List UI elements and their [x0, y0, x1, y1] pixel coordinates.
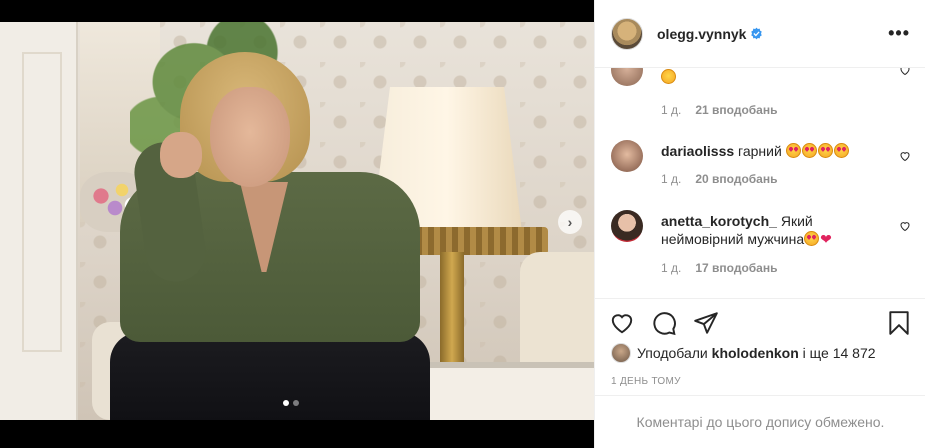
- comments-closed-notice: Коментарі до цього допису обмежено.: [595, 395, 925, 448]
- carousel-next-button[interactable]: ›: [558, 210, 582, 234]
- post-photo[interactable]: [0, 22, 594, 420]
- comment-likes[interactable]: 17 вподобань: [695, 261, 777, 275]
- heart-eyes-emoji: [801, 143, 817, 158]
- instagram-post: › olegg.vynnyk ••• 1 д. 21 вподобань dar…: [0, 0, 925, 448]
- heart-eyes-emoji: [785, 143, 801, 158]
- comment-time: 1 д.: [661, 172, 682, 186]
- likes-count[interactable]: і ще 14 872: [803, 345, 876, 361]
- comment-time: 1 д.: [661, 103, 682, 117]
- carousel-dot: [293, 400, 299, 406]
- comment-time: 1 д.: [661, 261, 682, 275]
- verified-badge-icon: [751, 27, 763, 40]
- username-link[interactable]: olegg.vynnyk: [657, 26, 746, 42]
- door: [0, 22, 78, 420]
- like-comment-heart-icon[interactable]: [899, 150, 911, 162]
- comment-item: 1 д. 21 вподобань: [611, 68, 911, 117]
- commenter-avatar[interactable]: [611, 68, 643, 86]
- carousel-dots: [283, 400, 299, 406]
- comment-likes[interactable]: 21 вподобань: [695, 103, 777, 117]
- like-comment-heart-icon[interactable]: [899, 220, 911, 232]
- bookmark-icon[interactable]: [886, 310, 912, 336]
- likes-prefix: Уподобали: [637, 345, 708, 361]
- more-options-icon[interactable]: •••: [888, 23, 910, 44]
- avatar[interactable]: [611, 17, 643, 50]
- heart-icon[interactable]: [609, 310, 635, 336]
- heart-eyes-emoji: [804, 231, 820, 246]
- comment-username[interactable]: dariaolisss: [661, 143, 734, 159]
- commenter-avatar[interactable]: [611, 140, 643, 172]
- heart-eyes-emoji: [833, 143, 849, 158]
- comment-text: гарний: [738, 143, 782, 159]
- comment-username[interactable]: anetta_korotych_: [661, 213, 777, 229]
- post-actions: [595, 298, 925, 346]
- comment-item: anetta_korotych_ Який неймовірний мужчин…: [611, 210, 911, 290]
- share-icon[interactable]: [693, 310, 719, 336]
- comment-item: dariaolisss гарний 1 д. 20 вподобань: [611, 140, 911, 190]
- heart-eyes-emoji: [817, 143, 833, 158]
- commenter-avatar[interactable]: [611, 210, 643, 242]
- post-date[interactable]: 1 ДЕНЬ ТОМУ: [611, 376, 681, 387]
- comment-icon[interactable]: [651, 310, 677, 336]
- grin-emoji: [661, 69, 676, 84]
- man-figure: [100, 52, 440, 420]
- liker-avatar[interactable]: [611, 343, 631, 363]
- like-comment-heart-icon[interactable]: [899, 68, 911, 76]
- liker-username[interactable]: kholodenkon: [712, 345, 799, 361]
- lamp-stand: [440, 252, 464, 372]
- likes-summary: Уподобали kholodenkon і ще 14 872: [611, 343, 876, 363]
- red-heart-emoji: ❤: [820, 231, 832, 247]
- post-media: ›: [0, 0, 594, 448]
- comment-list: 1 д. 21 вподобань dariaolisss гарний 1 д…: [595, 68, 925, 298]
- carousel-dot: [283, 400, 289, 406]
- post-sidebar: olegg.vynnyk ••• 1 д. 21 вподобань daria…: [594, 0, 925, 448]
- comment-likes[interactable]: 20 вподобань: [695, 172, 777, 186]
- post-header: olegg.vynnyk •••: [595, 0, 925, 68]
